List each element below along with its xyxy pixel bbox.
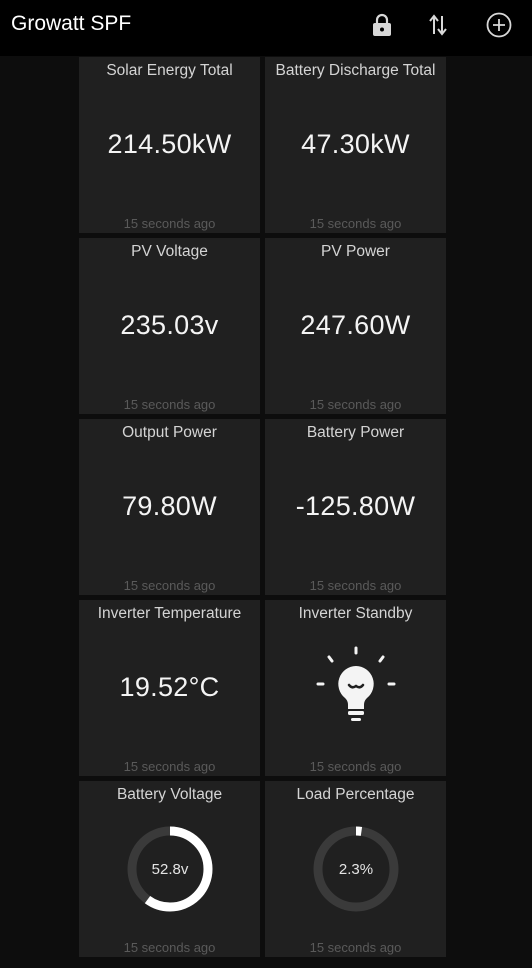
card-output-power[interactable]: Output Power 79.80W 15 seconds ago: [79, 419, 260, 595]
card-timestamp: 15 seconds ago: [123, 759, 216, 774]
card-title: Inverter Standby: [298, 605, 413, 622]
app-bar: Growatt SPF: [0, 0, 532, 56]
card-solar-energy-total[interactable]: Solar Energy Total 214.50kW 15 seconds a…: [79, 57, 260, 233]
card-timestamp: 15 seconds ago: [309, 216, 402, 231]
card-value: 247.60W: [300, 310, 411, 340]
card-timestamp: 15 seconds ago: [309, 397, 402, 412]
battery-voltage-gauge: 52.8v: [79, 821, 260, 917]
app-title: Growatt SPF: [11, 12, 132, 35]
card-timestamp: 15 seconds ago: [123, 397, 216, 412]
card-title: Load Percentage: [296, 786, 415, 803]
card-timestamp: 15 seconds ago: [309, 940, 402, 955]
card-battery-voltage[interactable]: Battery Voltage 52.8v 15 seconds ago: [79, 781, 260, 957]
card-title: Inverter Temperature: [97, 605, 242, 622]
card-battery-discharge-total[interactable]: Battery Discharge Total 47.30kW 15 secon…: [265, 57, 446, 233]
card-value: 235.03v: [120, 310, 219, 340]
card-timestamp: 15 seconds ago: [309, 578, 402, 593]
card-pv-voltage[interactable]: PV Voltage 235.03v 15 seconds ago: [79, 238, 260, 414]
lightbulb-icon: [316, 646, 395, 721]
card-timestamp: 15 seconds ago: [123, 578, 216, 593]
card-pv-power[interactable]: PV Power 247.60W 15 seconds ago: [265, 238, 446, 414]
card-inverter-standby[interactable]: Inverter Standby 15 seconds ago: [265, 600, 446, 776]
standby-indicator[interactable]: [265, 640, 446, 736]
card-value: -125.80W: [295, 491, 416, 521]
card-title: Battery Discharge Total: [275, 62, 436, 79]
card-value: 19.52°C: [119, 672, 220, 702]
card-value: 214.50kW: [107, 129, 232, 159]
card-value: 79.80W: [122, 491, 217, 521]
lock-icon[interactable]: [367, 10, 397, 40]
gauge-label: 52.8v: [151, 861, 188, 878]
card-title: Solar Energy Total: [106, 62, 233, 79]
gauge-label: 2.3%: [338, 861, 372, 878]
card-battery-power[interactable]: Battery Power -125.80W 15 seconds ago: [265, 419, 446, 595]
card-title: PV Power: [321, 243, 390, 260]
card-title: Battery Voltage: [116, 786, 223, 803]
card-title: PV Voltage: [131, 243, 208, 260]
card-timestamp: 15 seconds ago: [123, 940, 216, 955]
card-load-percentage[interactable]: Load Percentage 2.3% 15 seconds ago: [265, 781, 446, 957]
card-title: Output Power: [122, 424, 217, 441]
dashboard-grid: Solar Energy Total 214.50kW 15 seconds a…: [79, 57, 446, 957]
load-percentage-gauge: 2.3%: [265, 821, 446, 917]
card-timestamp: 15 seconds ago: [309, 759, 402, 774]
card-inverter-temperature[interactable]: Inverter Temperature 19.52°C 15 seconds …: [79, 600, 260, 776]
card-title: Battery Power: [306, 424, 405, 441]
card-timestamp: 15 seconds ago: [123, 216, 216, 231]
add-circle-icon[interactable]: [484, 10, 514, 40]
swap-vertical-icon[interactable]: [423, 10, 453, 40]
card-value: 47.30kW: [301, 129, 410, 159]
